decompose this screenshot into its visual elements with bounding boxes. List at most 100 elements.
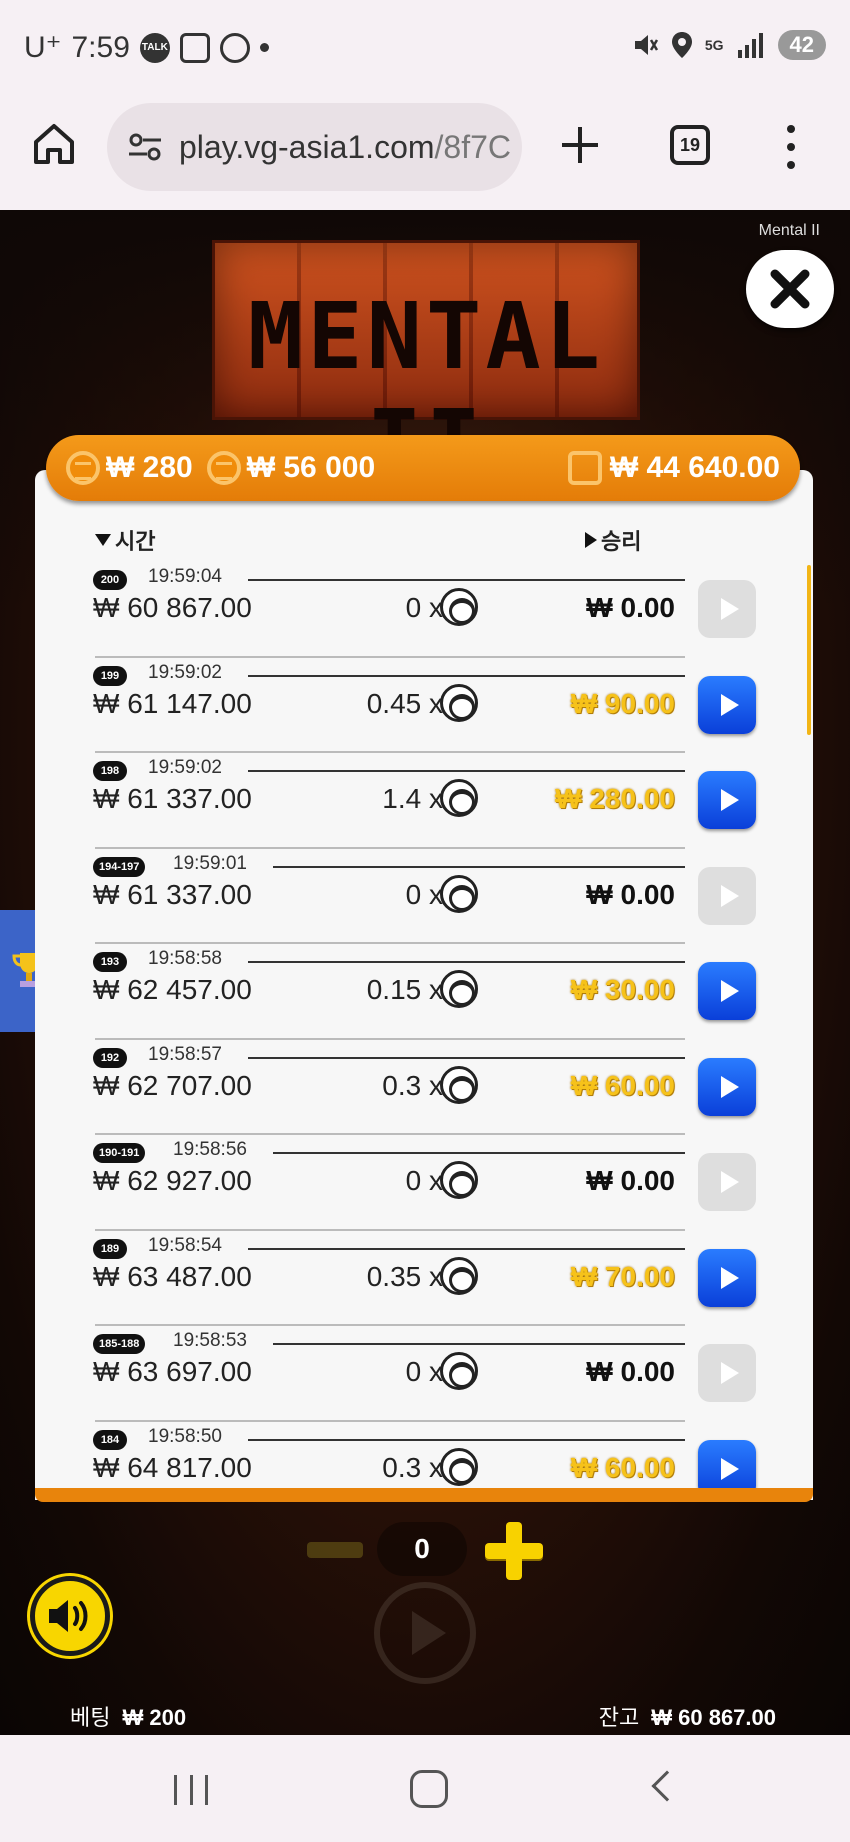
bet-info: ₩ 280 [66,451,193,485]
row-balance: ₩ 63 487.00 [93,1260,252,1292]
close-icon [770,269,810,309]
row-win: ₩ 70.00 [570,1260,675,1292]
coin-icon [440,1447,478,1486]
home-icon[interactable] [30,120,78,168]
sort-right-icon [585,532,597,548]
row-win: ₩ 0.00 [586,1165,675,1196]
round-id-badge: 189 [93,1238,127,1259]
coin-icon [440,683,478,722]
coin-icon [206,451,241,485]
history-list: 200 19:59:04 ₩ 60 867.00 0 x ₩ 0.00 199 … [35,562,813,1500]
more-menu-icon[interactable] [785,125,797,169]
site-settings-icon[interactable] [127,129,163,165]
replay-button[interactable] [698,580,756,638]
replay-button[interactable] [698,962,756,1020]
row-multiplier: 0 x [405,1356,443,1387]
browser-toolbar: play.vg-asia1.com/8f7C 19 [0,95,850,210]
row-divider [248,1438,685,1441]
history-row: 194-197 19:59:01 ₩ 61 337.00 0 x ₩ 0.00 [35,849,813,944]
round-id-badge: 192 [93,1047,127,1068]
round-time: 19:58:50 [148,1425,222,1447]
play-icon [720,1171,739,1193]
replay-button[interactable] [698,866,756,925]
new-tab-icon[interactable] [558,123,602,167]
row-balance: ₩ 61 147.00 [93,687,252,719]
history-row: 185-188 19:58:53 ₩ 63 697.00 0 x ₩ 0.00 [35,1326,813,1422]
row-divider [273,1152,685,1154]
play-icon [720,789,739,811]
replay-button[interactable] [698,1344,756,1402]
nav-back-button[interactable] [651,1770,683,1802]
speaker-icon [49,1600,88,1632]
round-time: 19:58:57 [148,1043,222,1065]
row-balance: ₩ 62 927.00 [93,1165,252,1196]
play-icon [720,980,739,1002]
row-multiplier: 0.35 x [366,1260,443,1292]
replay-button[interactable] [698,771,756,829]
column-header-time[interactable]: 시간 [95,524,155,556]
coin-icon [440,1352,478,1390]
play-icon [720,598,739,620]
coin-icon [440,1256,478,1295]
row-multiplier: 0.3 x [382,1451,443,1483]
spin-button[interactable] [374,1582,476,1684]
row-balance: ₩ 64 817.00 [93,1451,252,1483]
row-win: ₩ 0.00 [586,592,675,623]
history-row: 192 19:58:57 ₩ 62 707.00 0.3 x ₩ 60.00 [35,1040,813,1135]
round-time: 19:58:54 [148,1234,222,1256]
coin-icon [440,779,478,817]
round-id-badge: 198 [93,761,127,781]
mute-icon [634,35,658,55]
max-win-info: ₩ 56 000 [206,451,375,485]
nav-home-button[interactable] [410,1770,448,1808]
row-balance: ₩ 60 867.00 [93,592,252,623]
coin-icon [66,451,100,485]
play-icon [720,1266,739,1289]
round-id-badge: 193 [93,952,127,972]
row-balance: ₩ 62 707.00 [93,1069,252,1101]
system-nav-bar [0,1735,850,1842]
tab-switcher-button[interactable]: 19 [670,125,710,165]
coin-icon [440,970,478,1008]
recent-apps-button[interactable] [174,1775,208,1805]
game-title: Mental II [758,222,820,239]
wallet-icon [567,451,602,485]
round-time: 19:59:04 [148,566,222,587]
row-win: ₩ 30.00 [570,974,675,1005]
sound-toggle-button[interactable] [30,1576,110,1656]
url-text[interactable]: play.vg-asia1.com/8f7C [179,129,511,166]
round-time: 19:58:58 [148,948,222,969]
coin-icon [440,1065,478,1104]
replay-button[interactable] [698,1057,756,1116]
screenshot-icon [179,32,210,63]
replay-button[interactable] [698,1248,756,1307]
decrease-bet-button[interactable] [307,1542,363,1558]
row-multiplier: 0.3 x [382,1069,443,1101]
coin-icon [440,1161,478,1199]
row-divider [273,1343,685,1345]
round-id-badge: 194-197 [93,856,146,877]
history-row: 200 19:59:04 ₩ 60 867.00 0 x ₩ 0.00 [35,562,813,658]
replay-button[interactable] [698,1153,756,1211]
row-multiplier: 0 x [405,592,443,623]
history-panel: 시간 승리 200 19:59:04 ₩ 60 867.00 0 x ₩ 0.0… [35,470,813,1500]
network-type-icon: 5G [704,37,724,53]
battery-icon: 42 [777,30,826,60]
play-icon [720,693,739,716]
close-button[interactable] [746,250,834,328]
row-divider [248,674,685,677]
column-header-win[interactable]: 승리 [585,524,641,556]
row-divider [248,579,685,581]
round-time: 19:59:02 [148,661,222,683]
replay-button[interactable] [698,675,756,734]
round-time: 19:59:02 [148,757,222,778]
play-icon [412,1611,446,1655]
row-balance: ₩ 62 457.00 [93,974,252,1005]
address-bar[interactable]: play.vg-asia1.com/8f7C [107,103,522,191]
increase-bet-button[interactable] [485,1522,543,1580]
play-icon [720,1075,739,1098]
location-icon [671,32,692,58]
round-time: 19:58:56 [173,1139,247,1160]
coin-icon [440,874,478,913]
history-row: 199 19:59:02 ₩ 61 147.00 0.45 x ₩ 90.00 [35,658,813,753]
